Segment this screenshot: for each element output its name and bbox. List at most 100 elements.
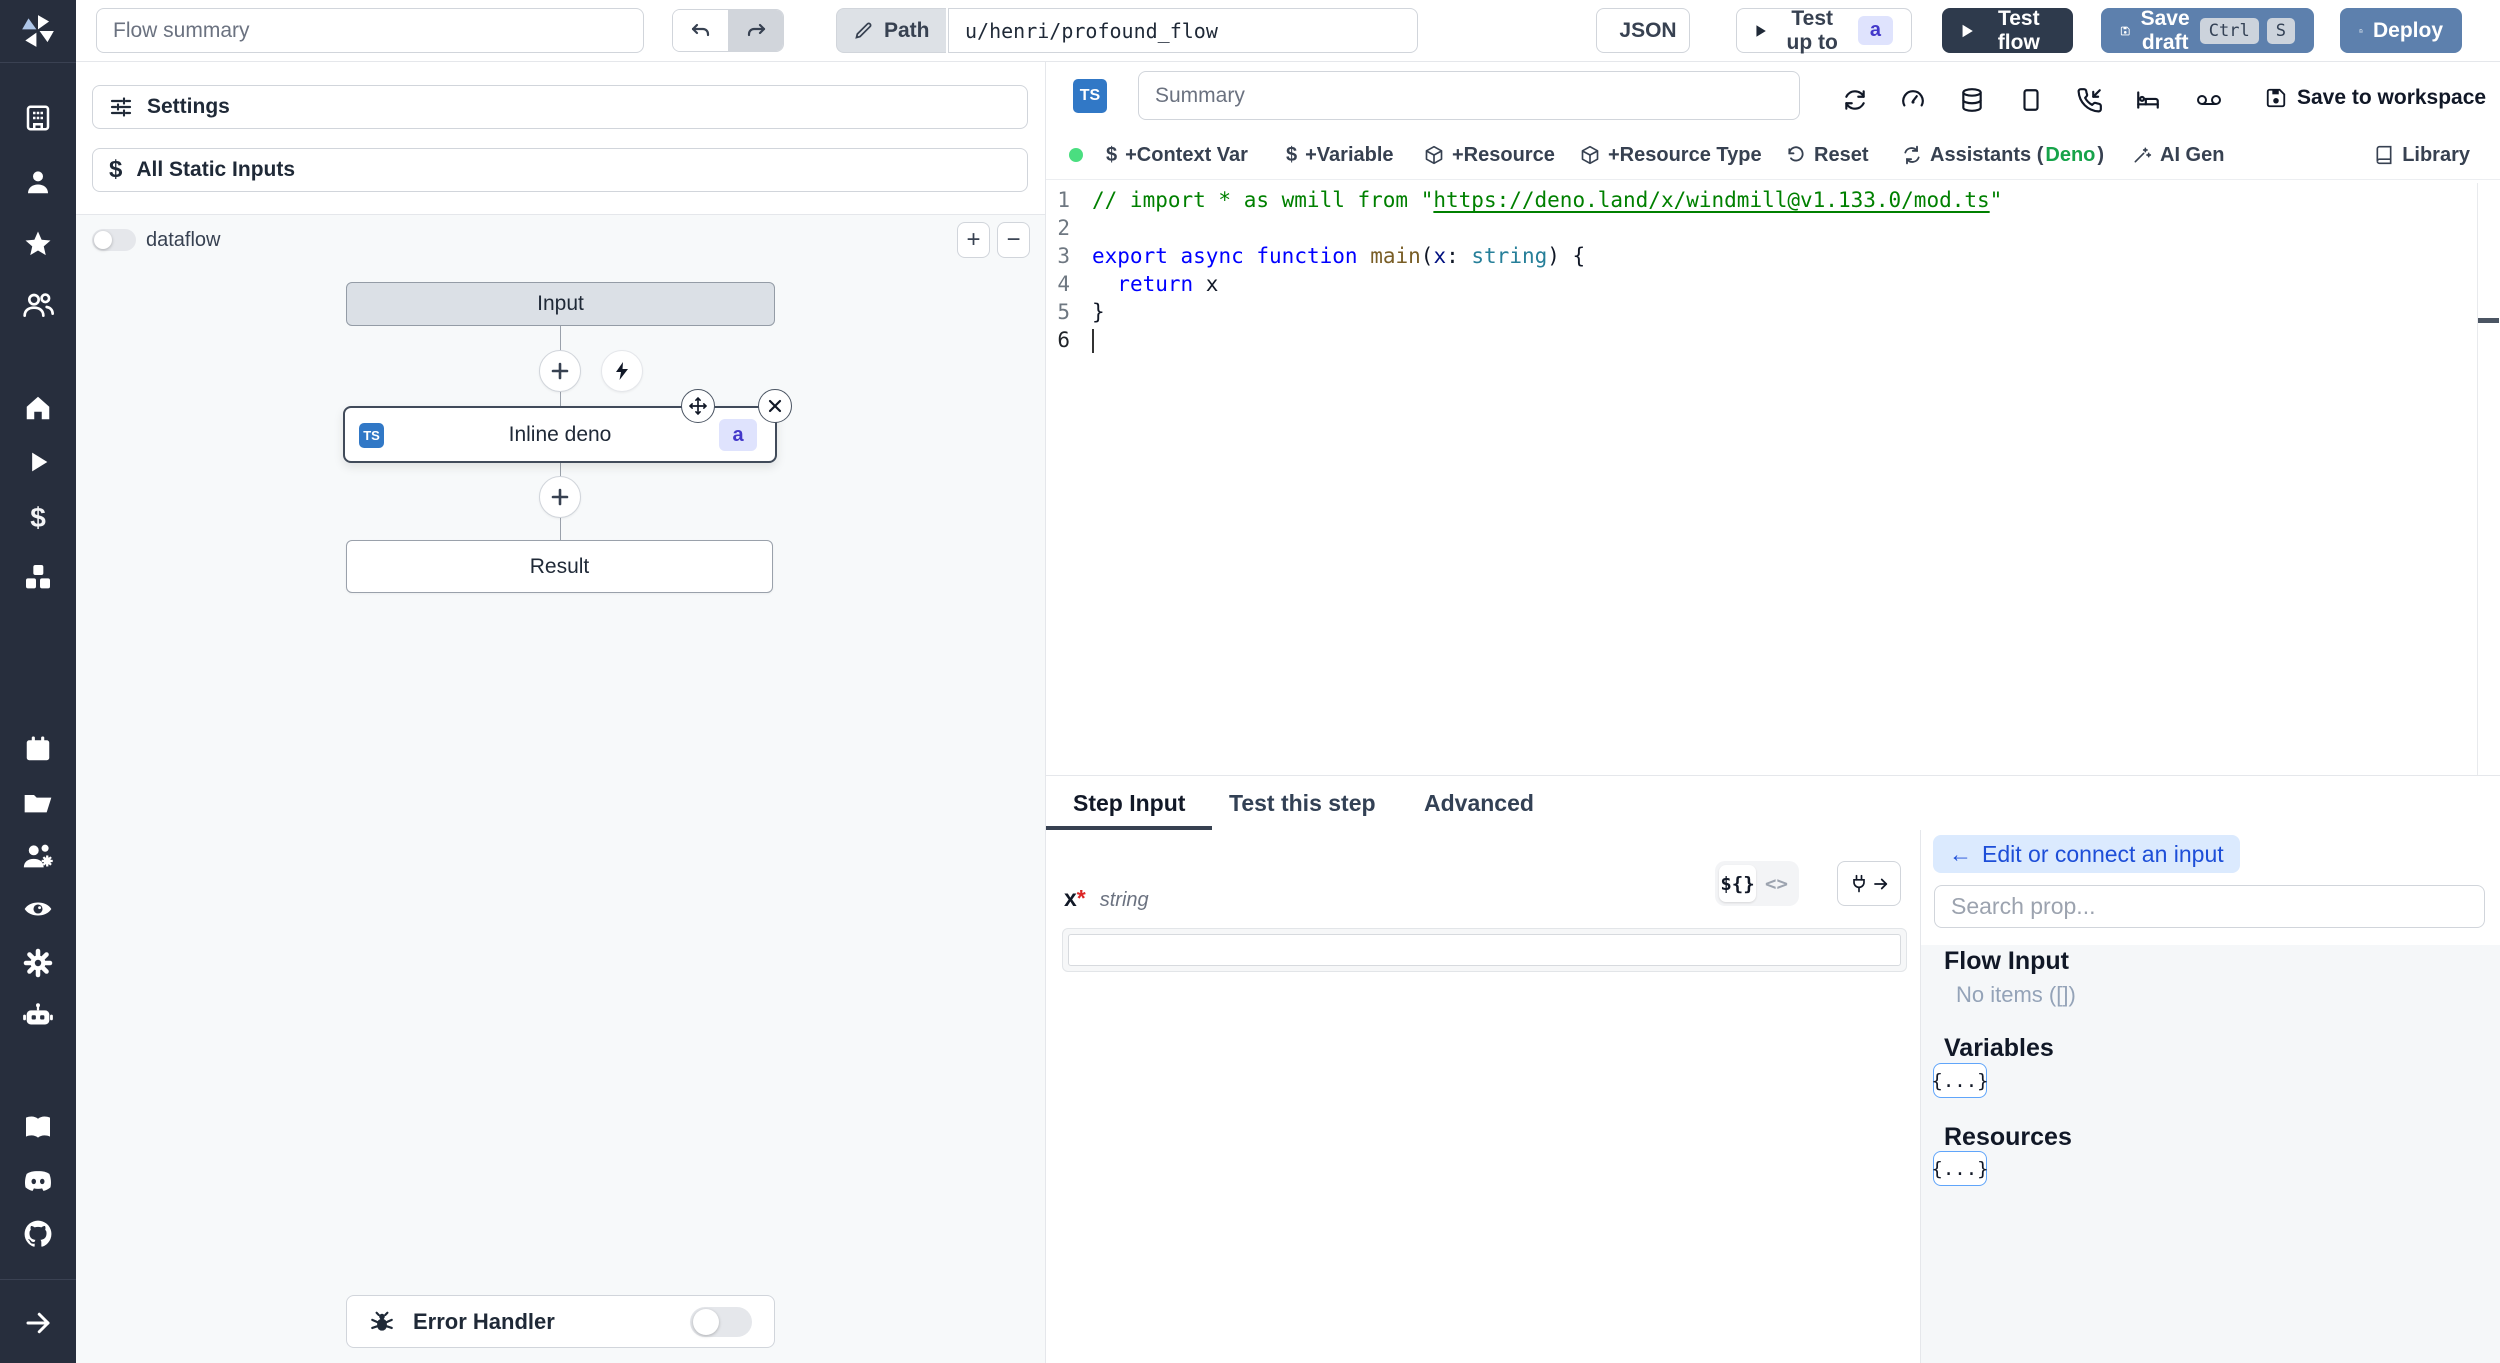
audit-eye-icon[interactable] bbox=[0, 887, 76, 931]
variables-object-chip[interactable]: {...} bbox=[1931, 1063, 1989, 1098]
settings-button[interactable]: Settings bbox=[92, 85, 1028, 129]
code-line[interactable]: 6 bbox=[1046, 326, 2500, 354]
summary-input[interactable] bbox=[1138, 71, 1800, 120]
add-context-var-button[interactable]: $ +Context Var bbox=[1106, 130, 1248, 180]
refresh-icon bbox=[1904, 145, 1920, 165]
collapse-arrow-right-icon[interactable] bbox=[0, 1301, 76, 1345]
folders-icon[interactable] bbox=[0, 781, 76, 825]
star-icon[interactable] bbox=[0, 222, 76, 266]
variables-dollar-icon[interactable]: $ bbox=[0, 496, 76, 540]
add-step-button[interactable] bbox=[539, 476, 581, 518]
input-mode-toggle: ${} <> bbox=[1715, 861, 1799, 906]
add-variable-button[interactable]: $ +Variable bbox=[1286, 130, 1394, 180]
line-content: // import * as wmill from "https://deno.… bbox=[1092, 188, 2003, 212]
undo-button[interactable] bbox=[673, 10, 728, 51]
package-icon bbox=[1581, 145, 1599, 165]
rectangle-icon[interactable] bbox=[2017, 86, 2045, 114]
reset-label: Reset bbox=[1814, 143, 1869, 166]
test-flow-button[interactable]: Test flow bbox=[1942, 7, 2073, 54]
code-line[interactable]: 1 // import * as wmill from "https://deno… bbox=[1046, 186, 2500, 214]
prop-picker-panel: ← Edit or connect an input Flow Input No… bbox=[1920, 830, 2500, 1363]
users-icon[interactable] bbox=[0, 283, 76, 327]
library-button[interactable]: Library bbox=[2374, 130, 2470, 180]
redo-button[interactable] bbox=[728, 10, 783, 51]
edit-or-connect-button[interactable]: ← Edit or connect an input bbox=[1933, 835, 2240, 873]
code-line[interactable]: 4 return x bbox=[1046, 270, 2500, 298]
add-resource-type-label: +Resource Type bbox=[1608, 143, 1762, 166]
database-icon[interactable] bbox=[1958, 86, 1986, 114]
connect-input-button[interactable] bbox=[1837, 861, 1901, 906]
tab-step-input[interactable]: Step Input bbox=[1073, 790, 1185, 817]
code-line[interactable]: 5} bbox=[1046, 298, 2500, 326]
windmill-logo[interactable] bbox=[0, 8, 76, 54]
workers-robot-icon[interactable] bbox=[0, 994, 76, 1038]
add-resource-button[interactable]: +Resource bbox=[1424, 130, 1555, 180]
prop-picker-body: Flow Input No items ([]) Variables {...}… bbox=[1921, 945, 2500, 1363]
step-tabs: Step Input Test this step Advanced bbox=[1046, 775, 2500, 830]
line-number: 4 bbox=[1057, 272, 1070, 296]
code-line[interactable]: 3 export async function main(x: string) { bbox=[1046, 242, 2500, 270]
error-handler-label: Error Handler bbox=[413, 1308, 555, 1334]
zoom-out-button[interactable]: − bbox=[997, 222, 1030, 258]
save-to-workspace-button[interactable]: Save to workspace bbox=[2265, 86, 2486, 110]
tab-advanced[interactable]: Advanced bbox=[1424, 790, 1534, 817]
template-mode-button[interactable]: ${} bbox=[1719, 865, 1756, 902]
move-step-button[interactable] bbox=[681, 389, 715, 423]
pencil-icon bbox=[855, 22, 872, 39]
add-resource-type-button[interactable]: +Resource Type bbox=[1580, 130, 1762, 180]
add-step-button[interactable] bbox=[539, 350, 581, 392]
zoom-in-button[interactable]: + bbox=[957, 222, 990, 258]
close-icon bbox=[768, 399, 782, 413]
bed-icon[interactable] bbox=[2134, 86, 2162, 114]
deploy-button[interactable]: Deploy bbox=[2340, 8, 2462, 53]
settings-gear-icon[interactable] bbox=[0, 941, 76, 985]
workspace-building-icon[interactable] bbox=[0, 96, 76, 140]
test-up-to-label: Test up to bbox=[1786, 6, 1838, 54]
text-cursor bbox=[1092, 329, 1094, 353]
delete-step-button[interactable] bbox=[758, 389, 792, 423]
docs-book-icon[interactable] bbox=[0, 1105, 76, 1149]
github-icon[interactable] bbox=[0, 1212, 76, 1256]
code-line[interactable]: 2 bbox=[1046, 214, 2500, 242]
flow-graph[interactable]: dataflow + − Input TS Inline deno a Resu… bbox=[76, 214, 1045, 1363]
error-handler-box[interactable]: Error Handler bbox=[346, 1295, 775, 1348]
ai-gen-button[interactable]: AI Gen bbox=[2132, 130, 2224, 180]
error-handler-toggle[interactable] bbox=[690, 1307, 752, 1337]
gauge-icon[interactable] bbox=[1899, 86, 1927, 114]
home-icon[interactable] bbox=[0, 386, 76, 430]
cycle-icon[interactable] bbox=[1841, 86, 1869, 114]
phone-incoming-icon[interactable] bbox=[2076, 86, 2104, 114]
json-button[interactable]: JSON bbox=[1596, 8, 1690, 53]
step-node-label: Inline deno bbox=[508, 422, 612, 446]
user-icon[interactable] bbox=[0, 160, 76, 204]
plus-icon bbox=[551, 362, 569, 380]
required-asterisk: * bbox=[1076, 885, 1086, 911]
field-type: string bbox=[1099, 889, 1149, 911]
runs-play-icon[interactable] bbox=[0, 440, 76, 484]
search-prop-input[interactable] bbox=[1934, 885, 2485, 928]
dataflow-toggle[interactable] bbox=[92, 229, 136, 251]
arrow-right-icon bbox=[1873, 878, 1887, 889]
schedules-calendar-icon[interactable] bbox=[0, 727, 76, 771]
flow-node-result[interactable]: Result bbox=[346, 540, 773, 593]
groups-user-cog-icon[interactable] bbox=[0, 834, 76, 878]
status-dot bbox=[1069, 148, 1083, 162]
assistants-button[interactable]: Assistants (Deno) bbox=[1902, 130, 2104, 180]
discord-icon[interactable] bbox=[0, 1159, 76, 1203]
all-static-inputs-button[interactable]: $ All Static Inputs bbox=[92, 148, 1028, 192]
field-value-input[interactable] bbox=[1068, 934, 1901, 966]
code-mode-button[interactable]: <> bbox=[1758, 865, 1795, 902]
dollar-icon: $ bbox=[1106, 143, 1118, 166]
resources-object-chip[interactable]: {...} bbox=[1931, 1151, 1989, 1186]
flow-node-input[interactable]: Input bbox=[346, 282, 775, 326]
flow-summary-input[interactable] bbox=[96, 8, 644, 53]
voicemail-icon[interactable] bbox=[2195, 86, 2223, 114]
test-up-to-button[interactable]: Test up to a bbox=[1736, 6, 1912, 54]
reset-button[interactable]: Reset bbox=[1786, 130, 1868, 180]
resources-cubes-icon[interactable] bbox=[0, 555, 76, 599]
tab-test-this-step[interactable]: Test this step bbox=[1229, 790, 1376, 817]
trigger-bolt-button[interactable] bbox=[601, 350, 643, 392]
save-draft-button[interactable]: Save draft Ctrl S bbox=[2101, 7, 2314, 54]
path-input[interactable] bbox=[948, 8, 1418, 53]
code-editor[interactable]: 1 // import * as wmill from "https://deno… bbox=[1046, 180, 2500, 775]
